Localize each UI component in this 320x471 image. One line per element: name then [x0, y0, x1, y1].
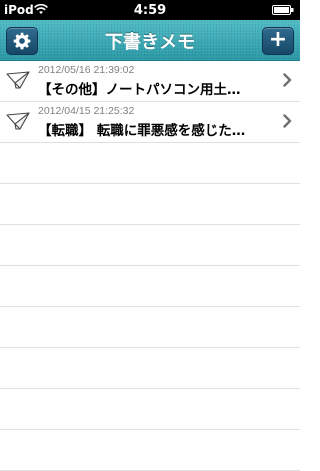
- plus-icon: +: [268, 27, 288, 52]
- empty-row: [0, 389, 300, 430]
- paper-plane-icon: [6, 112, 30, 130]
- empty-row: [0, 225, 300, 266]
- navigation-bar: 下書きメモ +: [0, 20, 300, 61]
- empty-row: [0, 307, 300, 348]
- memo-title: 【その他】ノートパソコン用土…: [38, 82, 241, 98]
- empty-row: [0, 430, 300, 471]
- empty-row: [0, 266, 300, 307]
- settings-button[interactable]: [6, 27, 38, 55]
- memo-list: 2012/05/16 21:39:02 【その他】ノートパソコン用土… 2012…: [0, 61, 300, 471]
- status-time: 4:59: [133, 3, 167, 18]
- empty-row: [0, 348, 300, 389]
- chevron-right-icon: [283, 114, 292, 128]
- memo-title: 【転職】 転職に罪悪感を感じた…: [38, 123, 246, 139]
- add-memo-button[interactable]: +: [262, 27, 294, 55]
- battery-icon: [272, 5, 294, 15]
- memo-row[interactable]: 2012/04/15 21:25:32 【転職】 転職に罪悪感を感じた…: [0, 102, 300, 143]
- memo-date: 2012/05/16 21:39:02: [38, 64, 135, 76]
- empty-row: [0, 184, 300, 225]
- page-title: 下書きメモ: [105, 32, 195, 53]
- memo-row[interactable]: 2012/05/16 21:39:02 【その他】ノートパソコン用土…: [0, 61, 300, 102]
- gear-icon: [13, 32, 31, 50]
- memo-date: 2012/04/15 21:25:32: [38, 105, 135, 117]
- status-bar: iPod 4:59: [0, 0, 300, 20]
- chevron-right-icon: [283, 73, 292, 87]
- empty-row: [0, 143, 300, 184]
- paper-plane-icon: [6, 71, 30, 89]
